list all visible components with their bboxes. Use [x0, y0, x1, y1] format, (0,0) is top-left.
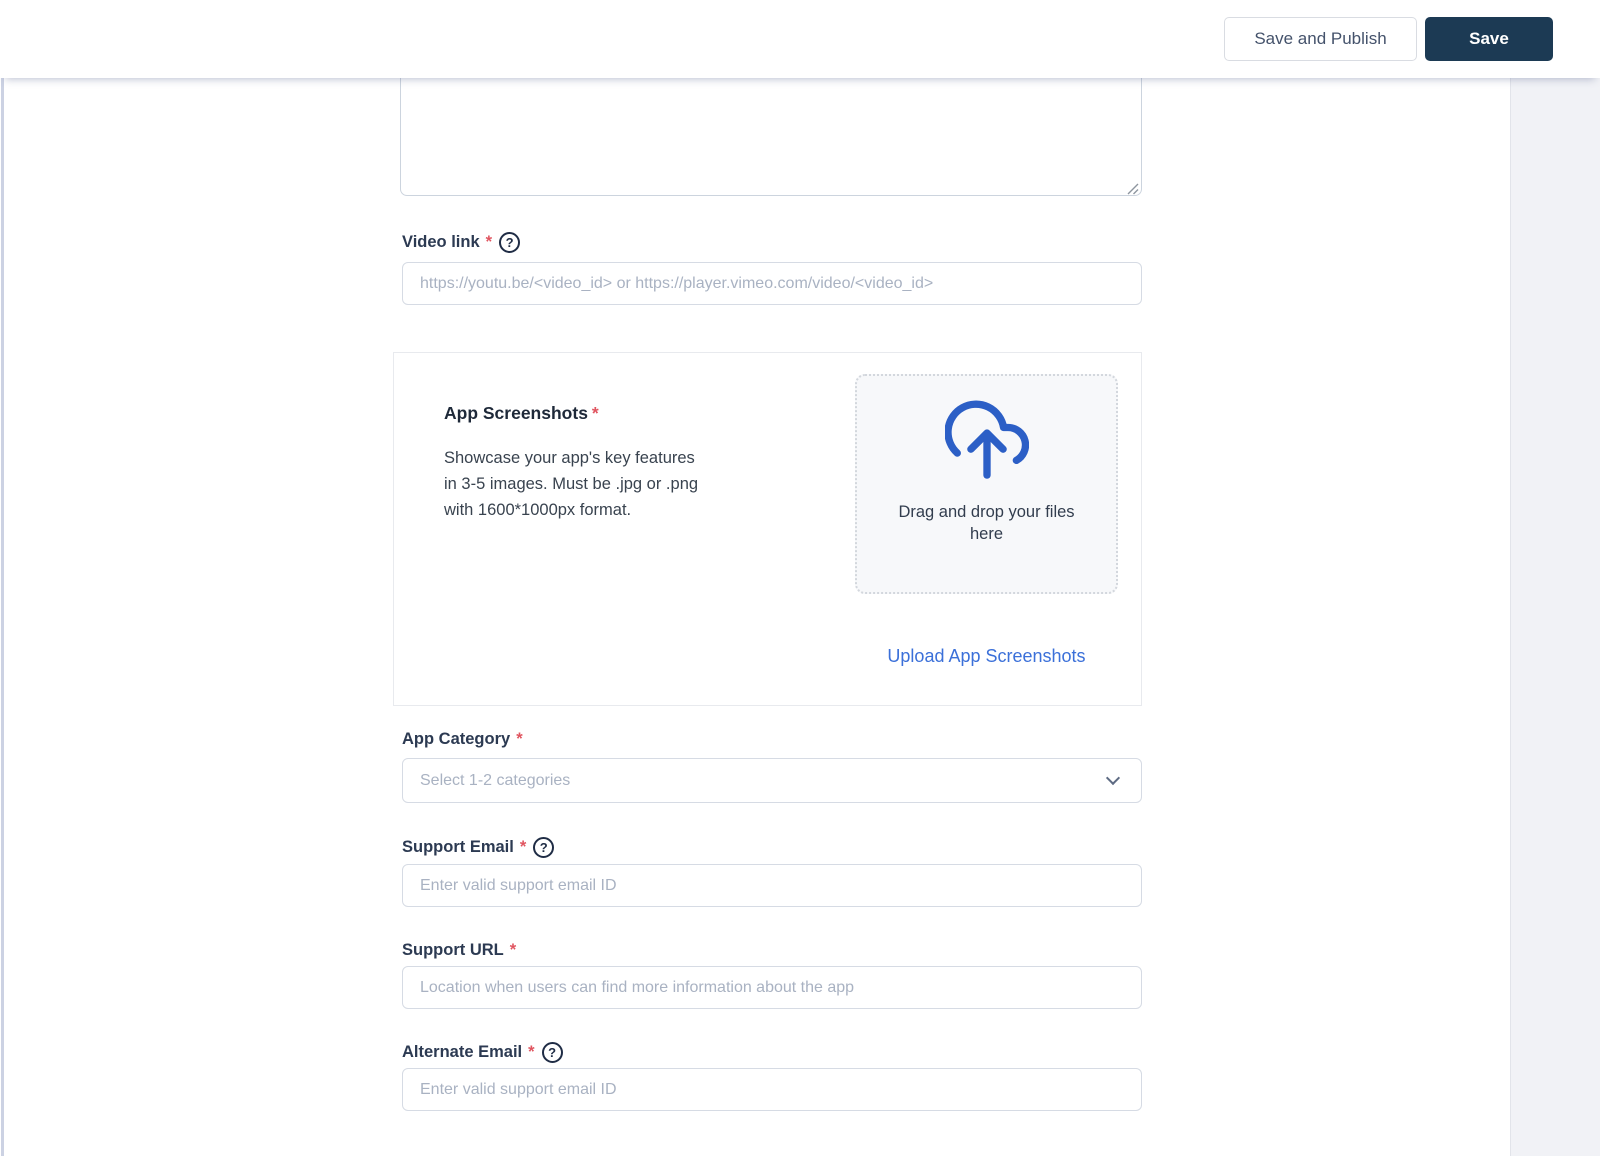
save-and-publish-button[interactable]: Save and Publish	[1224, 17, 1417, 61]
left-edge-divider	[1, 78, 4, 1156]
chevron-down-icon	[1105, 770, 1121, 786]
app-category-placeholder: Select 1-2 categories	[420, 771, 571, 789]
app-category-label-text: App Category	[402, 729, 511, 748]
upload-app-screenshots-link[interactable]: Upload App Screenshots	[855, 646, 1118, 667]
support-email-input[interactable]	[402, 864, 1142, 907]
app-screenshots-title: App Screenshots *	[444, 403, 599, 424]
alternate-email-label: Alternate Email * ?	[402, 1040, 563, 1064]
support-url-label: Support URL *	[402, 938, 516, 962]
required-asterisk: *	[519, 837, 527, 856]
video-link-input[interactable]	[402, 262, 1142, 305]
cloud-upload-icon	[943, 394, 1029, 487]
app-screenshots-section: App Screenshots * Showcase your app's ke…	[393, 352, 1142, 706]
save-button[interactable]: Save	[1425, 17, 1553, 61]
file-dropzone[interactable]: Drag and drop your files here	[855, 374, 1118, 594]
help-icon[interactable]: ?	[533, 836, 555, 858]
app-category-select[interactable]: Select 1-2 categories	[402, 758, 1142, 803]
app-screenshots-title-text: App Screenshots	[444, 403, 588, 423]
support-email-label-text: Support Email	[402, 837, 514, 856]
required-asterisk: *	[516, 729, 523, 748]
required-asterisk: *	[509, 940, 517, 959]
resize-handle-icon[interactable]	[1126, 182, 1139, 200]
video-link-label-text: Video link	[402, 232, 480, 251]
support-url-label-text: Support URL	[402, 940, 504, 959]
video-link-label: Video link * ?	[402, 230, 521, 254]
required-asterisk: *	[591, 403, 599, 423]
help-icon[interactable]: ?	[541, 1041, 563, 1063]
required-asterisk: *	[485, 232, 493, 251]
required-asterisk: *	[528, 1042, 535, 1061]
right-side-panel	[1510, 78, 1600, 1156]
dropzone-label: Drag and drop your files here	[898, 503, 1075, 543]
app-screenshots-description: Showcase your app's key features in 3-5 …	[444, 449, 699, 519]
support-url-input[interactable]	[402, 966, 1142, 1009]
alternate-email-input[interactable]	[402, 1068, 1142, 1111]
app-category-label: App Category *	[402, 727, 523, 751]
support-email-label: Support Email * ?	[402, 835, 555, 859]
top-action-bar: Save and Publish Save	[0, 0, 1600, 78]
alternate-email-label-text: Alternate Email	[402, 1042, 523, 1061]
help-icon[interactable]: ?	[499, 231, 521, 253]
